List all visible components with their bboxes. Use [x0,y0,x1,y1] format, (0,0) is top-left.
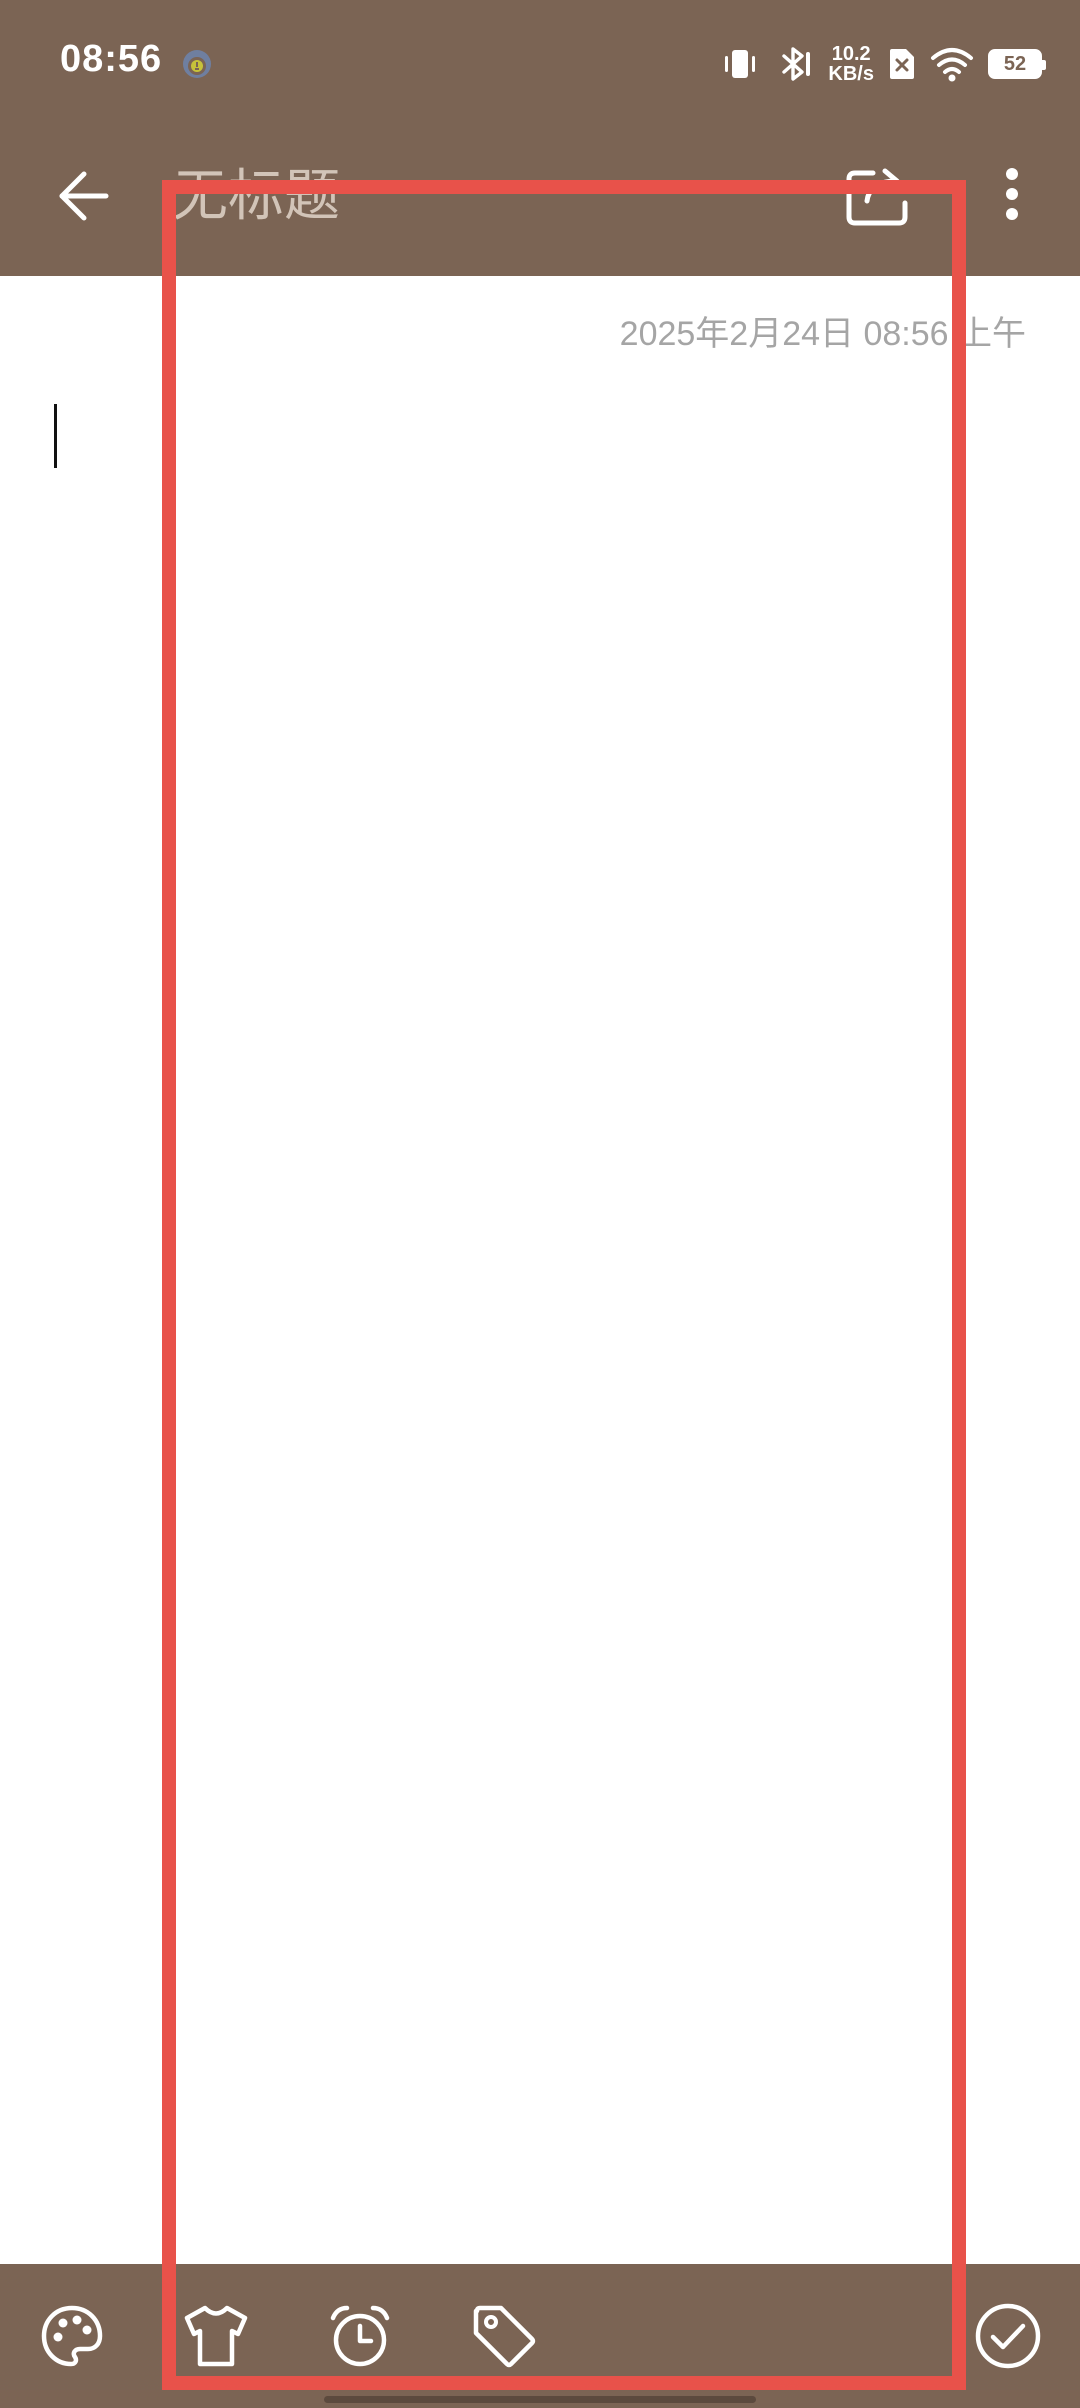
battery-indicator: 52 [988,49,1046,79]
header: 08:56 10.2 KB/s 52 无标题 [0,0,1080,276]
share-button[interactable] [838,154,918,234]
color-palette-button[interactable] [32,2296,112,2376]
share-icon [846,168,908,226]
gesture-navigation-bar[interactable] [324,2396,756,2403]
wifi-icon [931,48,973,82]
network-speed-unit: KB/s [828,63,874,85]
status-bar: 08:56 10.2 KB/s 52 [0,0,1080,130]
status-icons: 10.2 KB/s 52 [720,42,1046,86]
more-options-button[interactable] [980,154,1044,234]
text-cursor [54,404,57,468]
more-vert-icon [1006,168,1018,220]
no-sim-icon [890,49,914,79]
network-speed-value: 10.2 [831,43,871,65]
theme-button[interactable] [176,2296,256,2376]
tag-icon [473,2305,536,2368]
reminder-button[interactable] [320,2296,400,2376]
app-notification-icon [183,50,211,78]
done-button[interactable] [968,2296,1048,2376]
title-input[interactable] [172,156,812,236]
battery-level: 52 [1003,53,1027,75]
bottom-toolbar [0,2264,1080,2408]
tag-button[interactable] [464,2296,544,2376]
check-circle-icon [975,2303,1041,2369]
status-time: 08:56 [60,38,163,80]
network-speed: 10.2 KB/s [828,44,874,84]
app-bar [0,130,1080,276]
note-content-input[interactable] [54,398,1026,2198]
back-button[interactable] [46,158,122,234]
bluetooth-icon [782,47,811,81]
palette-icon [41,2305,103,2367]
vibrate-icon [725,50,756,78]
arrow-left-icon [59,171,109,221]
alarm-clock-icon [330,2305,390,2367]
note-timestamp: 2025年2月24日 08:56 上午 [619,315,1026,353]
tshirt-icon [184,2305,248,2367]
